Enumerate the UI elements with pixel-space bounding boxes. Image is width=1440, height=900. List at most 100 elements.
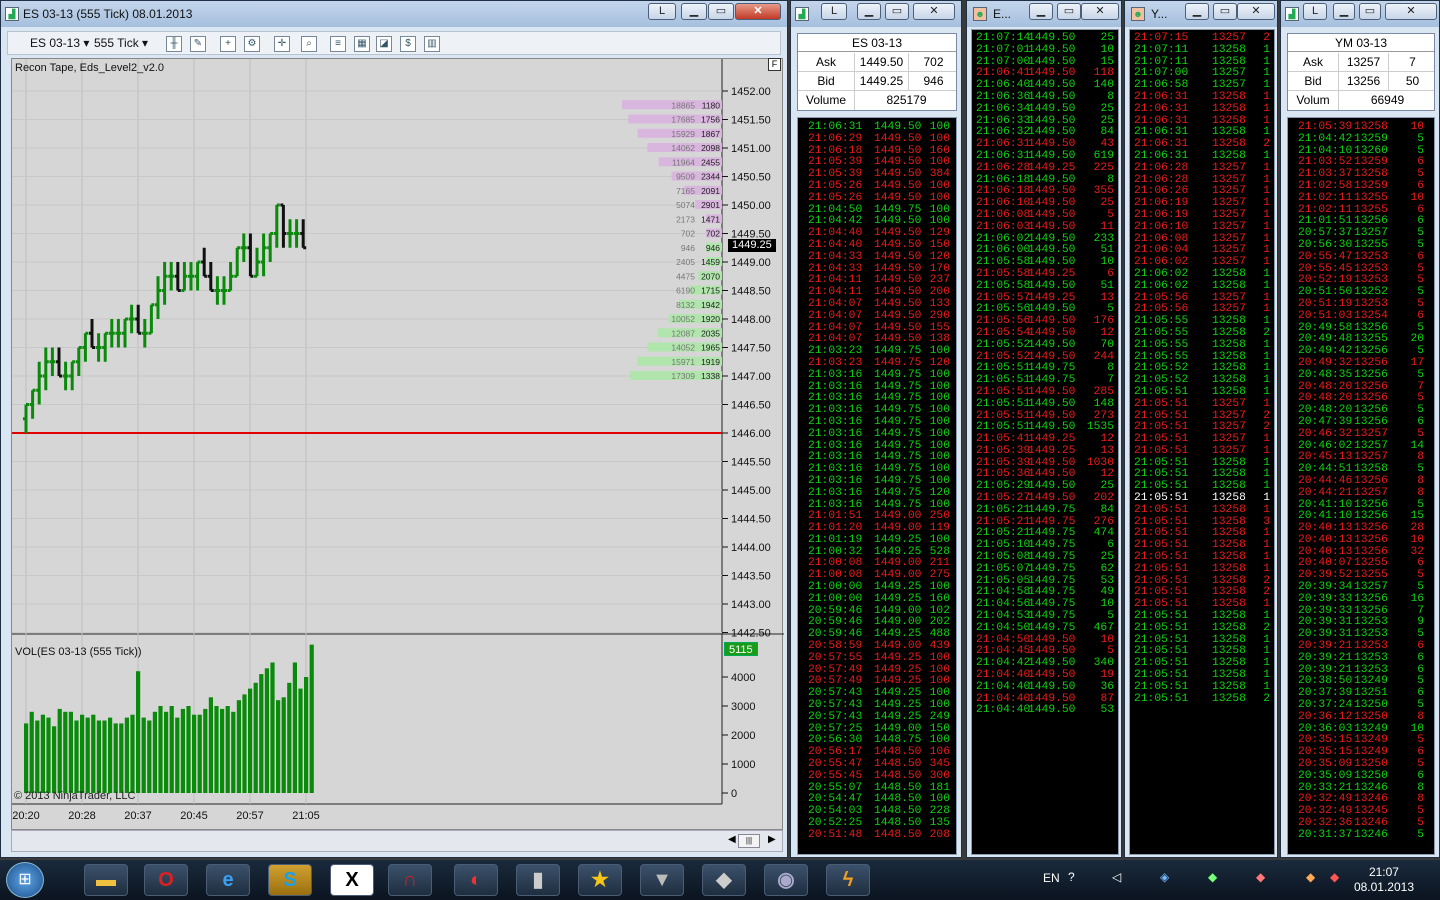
- ym-tape-row: 21:05:51 13258 2: [1130, 693, 1274, 706]
- level2-cumulative: 14052: [671, 343, 695, 353]
- es-tape2-price: 1449.25: [1028, 444, 1076, 457]
- tray-icon-4[interactable]: ◆: [1330, 870, 1339, 884]
- network-icon[interactable]: ◈: [1160, 870, 1169, 884]
- horizontal-scrollbar[interactable]: ◀ ||| ▶: [11, 830, 783, 852]
- es-tape2-maximize-button[interactable]: ▭: [1057, 3, 1081, 20]
- ym-tape-maximize-button[interactable]: ▭: [1213, 3, 1237, 20]
- overlay-icon[interactable]: ◪: [376, 36, 392, 52]
- strategy-icon[interactable]: ⚙: [244, 36, 260, 52]
- interval-selector[interactable]: 555 Tick ▾: [94, 35, 148, 52]
- volume-bar: [203, 708, 208, 793]
- chart-trader-icon[interactable]: ≡: [330, 36, 346, 52]
- es-maximize-button[interactable]: ▭: [885, 3, 909, 20]
- es-tape-price: 1449.50: [874, 250, 922, 263]
- level2-size: 702: [706, 229, 720, 239]
- x-tick-label: 20:20: [12, 810, 40, 822]
- ym-tape-close-button[interactable]: ✕: [1237, 3, 1275, 20]
- clock[interactable]: 21:07 08.01.2013: [1354, 865, 1414, 895]
- es-minimize-button[interactable]: ▁: [857, 3, 881, 20]
- scroll-right-icon[interactable]: ▶: [768, 834, 776, 845]
- start-button[interactable]: ⊞: [6, 862, 44, 898]
- volume-icon[interactable]: ◁: [1112, 870, 1121, 884]
- es-tape-size: 100: [929, 474, 950, 487]
- es-tape-row: 21:06:29 1449.50 100: [798, 133, 956, 146]
- ym-minimize-button[interactable]: ▁: [1333, 3, 1355, 20]
- skype-taskbar-icon[interactable]: S: [268, 864, 312, 896]
- template-icon[interactable]: ▥: [424, 36, 440, 52]
- ym-close-button[interactable]: ✕: [1385, 3, 1437, 20]
- zoom-icon[interactable]: ⌕: [301, 36, 317, 52]
- ym-tape-row: 21:06:10 13257 1: [1130, 221, 1274, 234]
- price-chart-svg[interactable]: 18865 1180 17685 1756 15929 1867 14062 2098 1196…: [12, 59, 784, 831]
- crosshair-icon[interactable]: ✛: [274, 36, 290, 52]
- level2-size: 2455: [701, 157, 720, 167]
- app-taskbar-icon-1[interactable]: ◐: [454, 864, 498, 896]
- ym-bid-row: Bid 13256 50: [1288, 72, 1434, 91]
- star-taskbar-icon[interactable]: ★: [578, 864, 622, 896]
- link-button[interactable]: L: [648, 3, 676, 20]
- help-icon[interactable]: ?: [1068, 870, 1075, 884]
- flash-taskbar-icon[interactable]: ϟ: [826, 864, 870, 896]
- bar-style-icon[interactable]: ╫: [166, 36, 182, 52]
- scroll-thumb[interactable]: |||: [738, 834, 760, 848]
- app-taskbar-icon-2[interactable]: ▮: [516, 864, 560, 896]
- es-tape-price: 1449.50: [874, 238, 922, 251]
- properties-icon[interactable]: $: [400, 36, 416, 52]
- es-tape2-size: 62: [1100, 562, 1114, 575]
- es-close-button[interactable]: ✕: [913, 3, 955, 20]
- maximize-button[interactable]: ▭: [708, 3, 734, 20]
- tanks-taskbar-icon[interactable]: ◆: [702, 864, 746, 896]
- ym-tape2-price: 13253: [1354, 651, 1388, 664]
- copyright: © 2013 NinjaTrader, LLC: [14, 790, 136, 802]
- ym-tape-size: 1: [1263, 338, 1270, 351]
- ym-link-button[interactable]: L: [1303, 3, 1327, 20]
- minimize-button[interactable]: ▁: [681, 3, 707, 20]
- ym-tape-panel[interactable]: 21:07:15 13257 2 21:07:11 13258 1 21:07:11 1325…: [1129, 29, 1275, 855]
- tray-icon-3[interactable]: ◆: [1306, 870, 1315, 884]
- ym-tape-row: 21:05:51 13258 1: [1130, 563, 1274, 576]
- opera-taskbar-icon[interactable]: O: [144, 864, 188, 896]
- close-button[interactable]: ✕: [735, 3, 781, 20]
- volume-bar: [197, 714, 202, 793]
- ym-tape2-row: 20:47:39 13256 6: [1288, 416, 1434, 429]
- instrument-selector[interactable]: ES 03-13 ▾: [30, 35, 89, 52]
- es-ask-row: Ask 1449.50 702: [798, 53, 956, 72]
- chart-area[interactable]: 18865 1180 17685 1756 15929 1867 14062 2098 1196…: [11, 58, 784, 831]
- tray-icon-2[interactable]: ◆: [1256, 870, 1265, 884]
- es-tape2-minimize-button[interactable]: ▁: [1029, 3, 1053, 20]
- language-indicator[interactable]: EN: [1043, 871, 1060, 885]
- scroll-left-icon[interactable]: ◀: [728, 834, 736, 845]
- es-tape2-row: 21:05:51 1449.50 285: [972, 386, 1118, 399]
- y-tick-label: 1452.00: [731, 86, 771, 98]
- add-indicator-icon[interactable]: +: [220, 36, 236, 52]
- tray-icon-1[interactable]: ◆: [1208, 870, 1217, 884]
- data-box-icon[interactable]: ▦: [354, 36, 370, 52]
- wolf-taskbar-icon[interactable]: ▼: [640, 864, 684, 896]
- es-tape-time: 21:00:00: [808, 592, 863, 605]
- explorer-taskbar-icon[interactable]: ▬: [84, 864, 128, 896]
- volume-bar: [259, 674, 264, 793]
- ninjatrader-taskbar-icon[interactable]: ∩: [388, 864, 432, 896]
- es-tape2-size: 8: [1107, 90, 1114, 103]
- ym-quote-title: YM 03-13: [1288, 34, 1434, 52]
- ie-taskbar-icon[interactable]: e: [206, 864, 250, 896]
- ym-tape-size: 2: [1263, 326, 1270, 339]
- es-tape2-close-button[interactable]: ✕: [1081, 3, 1119, 20]
- ym-tape-minimize-button[interactable]: ▁: [1185, 3, 1209, 20]
- level2-cumulative: 10052: [671, 314, 695, 324]
- es-time-sales-panel[interactable]: 21:06:31 1449.50 100 21:06:29 1449.50 100 21:0…: [797, 117, 957, 855]
- panel-toggle-icon[interactable]: F: [768, 58, 781, 71]
- x-taskbar-icon[interactable]: X: [330, 864, 374, 896]
- ym-time-sales-panel[interactable]: 21:05:39 13258 10 21:04:42 13259 5 21:04:10 132…: [1287, 117, 1435, 855]
- drawing-pencil-icon[interactable]: ✎: [190, 36, 206, 52]
- ym-maximize-button[interactable]: ▭: [1359, 3, 1381, 20]
- es-tape-app-icon: ▟: [795, 7, 809, 21]
- ym-tape2-time: 20:51:19: [1298, 297, 1353, 310]
- ym-tape-time: 21:06:02: [1134, 279, 1189, 292]
- eye-taskbar-icon[interactable]: ◉: [764, 864, 808, 896]
- es-link-button[interactable]: L: [821, 3, 847, 20]
- y-tick-label: 1445.50: [731, 457, 771, 469]
- y-tick-label: 1446.00: [731, 428, 771, 440]
- es-tape2-panel[interactable]: 21:07:14 1449.50 25 21:07:01 1449.50 10 21:07:…: [971, 29, 1119, 855]
- ym-quote-box: YM 03-13 Ask 13257 7 Bid 13256 50 Volum …: [1287, 33, 1435, 111]
